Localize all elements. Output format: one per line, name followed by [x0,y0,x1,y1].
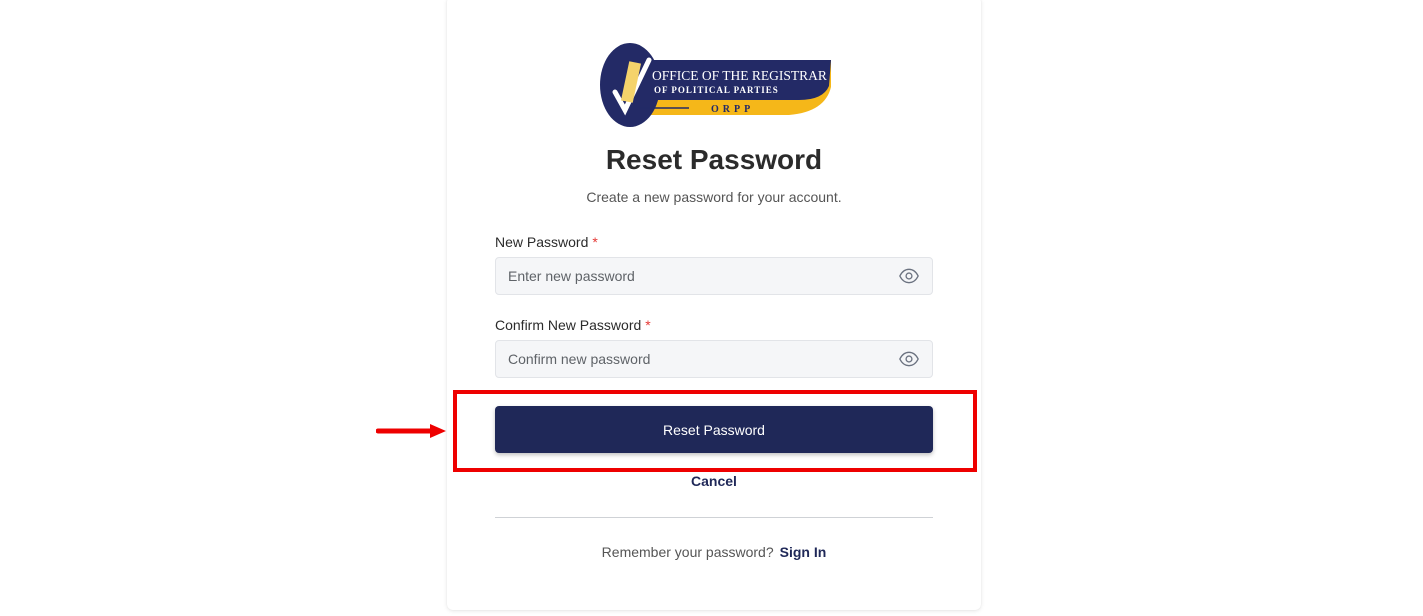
footer: Remember your password? Sign In [447,544,981,560]
new-password-input[interactable] [496,258,900,294]
eye-icon[interactable] [899,350,919,368]
required-mark: * [645,317,651,333]
page-title: Reset Password [605,144,823,175]
svg-text:OF POLITICAL PARTIES: OF POLITICAL PARTIES [654,85,779,95]
confirm-password-label-text: Confirm New Password [495,317,642,333]
sign-in-link[interactable]: Sign In [780,544,827,560]
svg-text:OFFICE OF THE REGISTRAR: OFFICE OF THE REGISTRAR [652,68,827,83]
divider [495,517,933,518]
page-subtitle: Create a new password for your account. [586,189,842,205]
annotation-arrow-icon [376,424,446,438]
reset-password-button[interactable]: Reset Password [495,406,933,453]
svg-text:ORPP: ORPP [711,104,754,115]
cancel-link[interactable]: Cancel [447,473,981,489]
new-password-label: New Password * [495,234,598,250]
footer-prompt: Remember your password? [601,544,774,560]
orpp-logo: OFFICE OF THE REGISTRAR OF POLITICAL PAR… [600,43,831,127]
new-password-label-text: New Password [495,234,589,250]
new-password-field [495,257,933,295]
eye-icon[interactable] [899,267,919,285]
confirm-password-label: Confirm New Password * [495,317,651,333]
confirm-password-input[interactable] [496,341,900,377]
confirm-password-field [495,340,933,378]
required-mark: * [592,234,598,250]
